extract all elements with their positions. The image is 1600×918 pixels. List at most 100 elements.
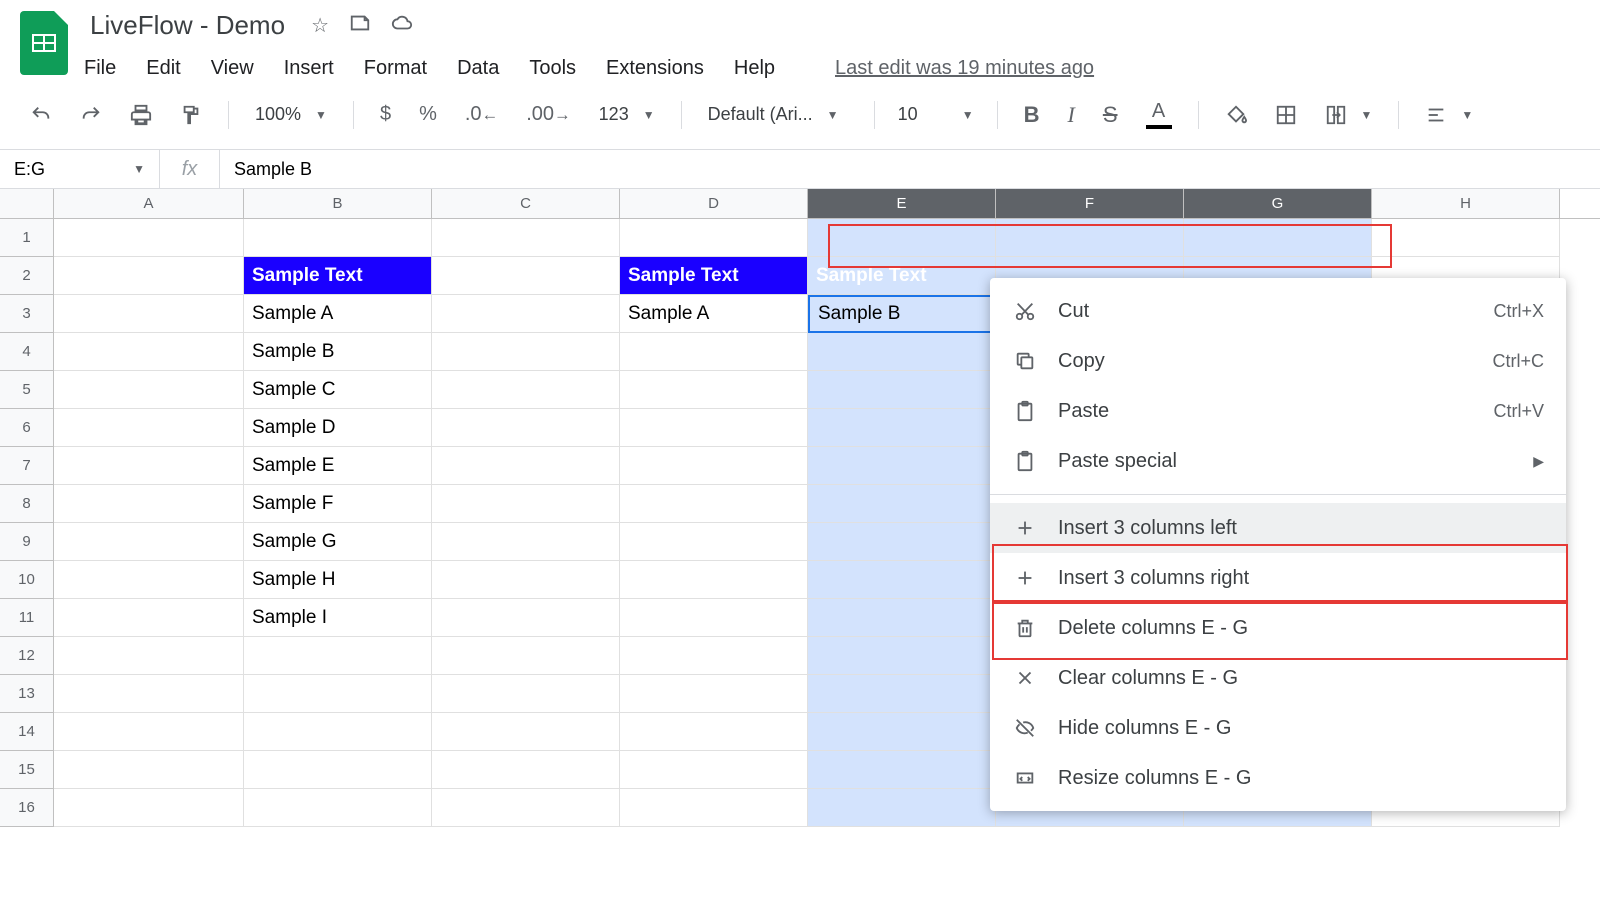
row-header-1[interactable]: 1 (0, 219, 54, 257)
cell-A4[interactable] (54, 333, 244, 371)
row-header-7[interactable]: 7 (0, 447, 54, 485)
cell-E15[interactable] (808, 751, 996, 789)
row-header-3[interactable]: 3 (0, 295, 54, 333)
cell-E3[interactable]: Sample B (808, 295, 996, 333)
row-header-16[interactable]: 16 (0, 789, 54, 827)
cell-B8[interactable]: Sample F (244, 485, 432, 523)
cell-A9[interactable] (54, 523, 244, 561)
col-header-D[interactable]: D (620, 189, 808, 218)
cell-F1[interactable] (996, 219, 1184, 257)
cell-B5[interactable]: Sample C (244, 371, 432, 409)
last-edit-link[interactable]: Last edit was 19 minutes ago (835, 57, 1094, 80)
sheets-logo-icon[interactable] (20, 11, 68, 75)
cell-B13[interactable] (244, 675, 432, 713)
percent-button[interactable]: % (409, 97, 447, 132)
row-header-13[interactable]: 13 (0, 675, 54, 713)
cell-E2[interactable]: Sample Text (808, 257, 996, 295)
cell-B9[interactable]: Sample G (244, 523, 432, 561)
cell-C3[interactable] (432, 295, 620, 333)
align-dropdown[interactable]: ▼ (1415, 104, 1483, 126)
cloud-status-icon[interactable] (391, 12, 413, 40)
menu-data[interactable]: Data (457, 57, 499, 80)
cell-C11[interactable] (432, 599, 620, 637)
cell-A6[interactable] (54, 409, 244, 447)
borders-button[interactable] (1265, 98, 1307, 132)
font-dropdown[interactable]: Default (Ari...▼ (698, 104, 858, 125)
row-header-15[interactable]: 15 (0, 751, 54, 789)
spreadsheet-grid[interactable]: ABCDEFGH 12Sample TextSample TextSample … (0, 189, 1600, 827)
cell-G1[interactable] (1184, 219, 1372, 257)
zoom-dropdown[interactable]: 100%▼ (245, 104, 337, 125)
cell-B6[interactable]: Sample D (244, 409, 432, 447)
menu-help[interactable]: Help (734, 57, 775, 80)
cell-C16[interactable] (432, 789, 620, 827)
col-header-G[interactable]: G (1184, 189, 1372, 218)
increase-decimal-button[interactable]: .00→ (516, 97, 580, 132)
cell-D1[interactable] (620, 219, 808, 257)
menu-view[interactable]: View (211, 57, 254, 80)
cell-B3[interactable]: Sample A (244, 295, 432, 333)
cell-B16[interactable] (244, 789, 432, 827)
context-menu-clear-columns-e-g[interactable]: Clear columns E - G (990, 653, 1566, 703)
font-size-dropdown[interactable]: 10▼ (891, 104, 981, 125)
menu-file[interactable]: File (84, 57, 116, 80)
context-menu-hide-columns-e-g[interactable]: Hide columns E - G (990, 703, 1566, 753)
row-header-9[interactable]: 9 (0, 523, 54, 561)
cell-E4[interactable] (808, 333, 996, 371)
cell-B1[interactable] (244, 219, 432, 257)
cell-B15[interactable] (244, 751, 432, 789)
cell-E14[interactable] (808, 713, 996, 751)
context-menu-cut[interactable]: CutCtrl+X (990, 286, 1566, 336)
cell-D2[interactable]: Sample Text (620, 257, 808, 295)
cell-C14[interactable] (432, 713, 620, 751)
cell-E5[interactable] (808, 371, 996, 409)
cell-E11[interactable] (808, 599, 996, 637)
cell-E7[interactable] (808, 447, 996, 485)
cell-A10[interactable] (54, 561, 244, 599)
cell-D11[interactable] (620, 599, 808, 637)
row-header-11[interactable]: 11 (0, 599, 54, 637)
col-header-B[interactable]: B (244, 189, 432, 218)
cell-C5[interactable] (432, 371, 620, 409)
text-color-button[interactable]: A (1136, 94, 1182, 135)
row-header-12[interactable]: 12 (0, 637, 54, 675)
paint-format-button[interactable] (170, 98, 212, 132)
col-header-F[interactable]: F (996, 189, 1184, 218)
cell-D8[interactable] (620, 485, 808, 523)
cell-C6[interactable] (432, 409, 620, 447)
cell-D12[interactable] (620, 637, 808, 675)
cell-H1[interactable] (1372, 219, 1560, 257)
cell-C12[interactable] (432, 637, 620, 675)
cell-A12[interactable] (54, 637, 244, 675)
number-format-dropdown[interactable]: 123▼ (589, 104, 665, 125)
row-header-10[interactable]: 10 (0, 561, 54, 599)
row-header-5[interactable]: 5 (0, 371, 54, 409)
cell-B10[interactable]: Sample H (244, 561, 432, 599)
col-header-E[interactable]: E (808, 189, 996, 218)
cell-C9[interactable] (432, 523, 620, 561)
row-header-8[interactable]: 8 (0, 485, 54, 523)
context-menu-delete-columns-e-g[interactable]: Delete columns E - G (990, 603, 1566, 653)
cell-D7[interactable] (620, 447, 808, 485)
cell-E6[interactable] (808, 409, 996, 447)
cell-E13[interactable] (808, 675, 996, 713)
cell-A11[interactable] (54, 599, 244, 637)
cell-D13[interactable] (620, 675, 808, 713)
decrease-decimal-button[interactable]: .0← (455, 97, 508, 132)
cell-D14[interactable] (620, 713, 808, 751)
cell-C10[interactable] (432, 561, 620, 599)
cell-B2[interactable]: Sample Text (244, 257, 432, 295)
cell-C4[interactable] (432, 333, 620, 371)
cell-A7[interactable] (54, 447, 244, 485)
col-header-H[interactable]: H (1372, 189, 1560, 218)
cell-B11[interactable]: Sample I (244, 599, 432, 637)
star-icon[interactable]: ☆ (311, 13, 329, 38)
cell-D5[interactable] (620, 371, 808, 409)
cell-C2[interactable] (432, 257, 620, 295)
document-title[interactable]: LiveFlow - Demo (84, 6, 291, 45)
cell-E1[interactable] (808, 219, 996, 257)
col-header-A[interactable]: A (54, 189, 244, 218)
cell-A16[interactable] (54, 789, 244, 827)
cell-A14[interactable] (54, 713, 244, 751)
move-icon[interactable] (349, 12, 371, 40)
